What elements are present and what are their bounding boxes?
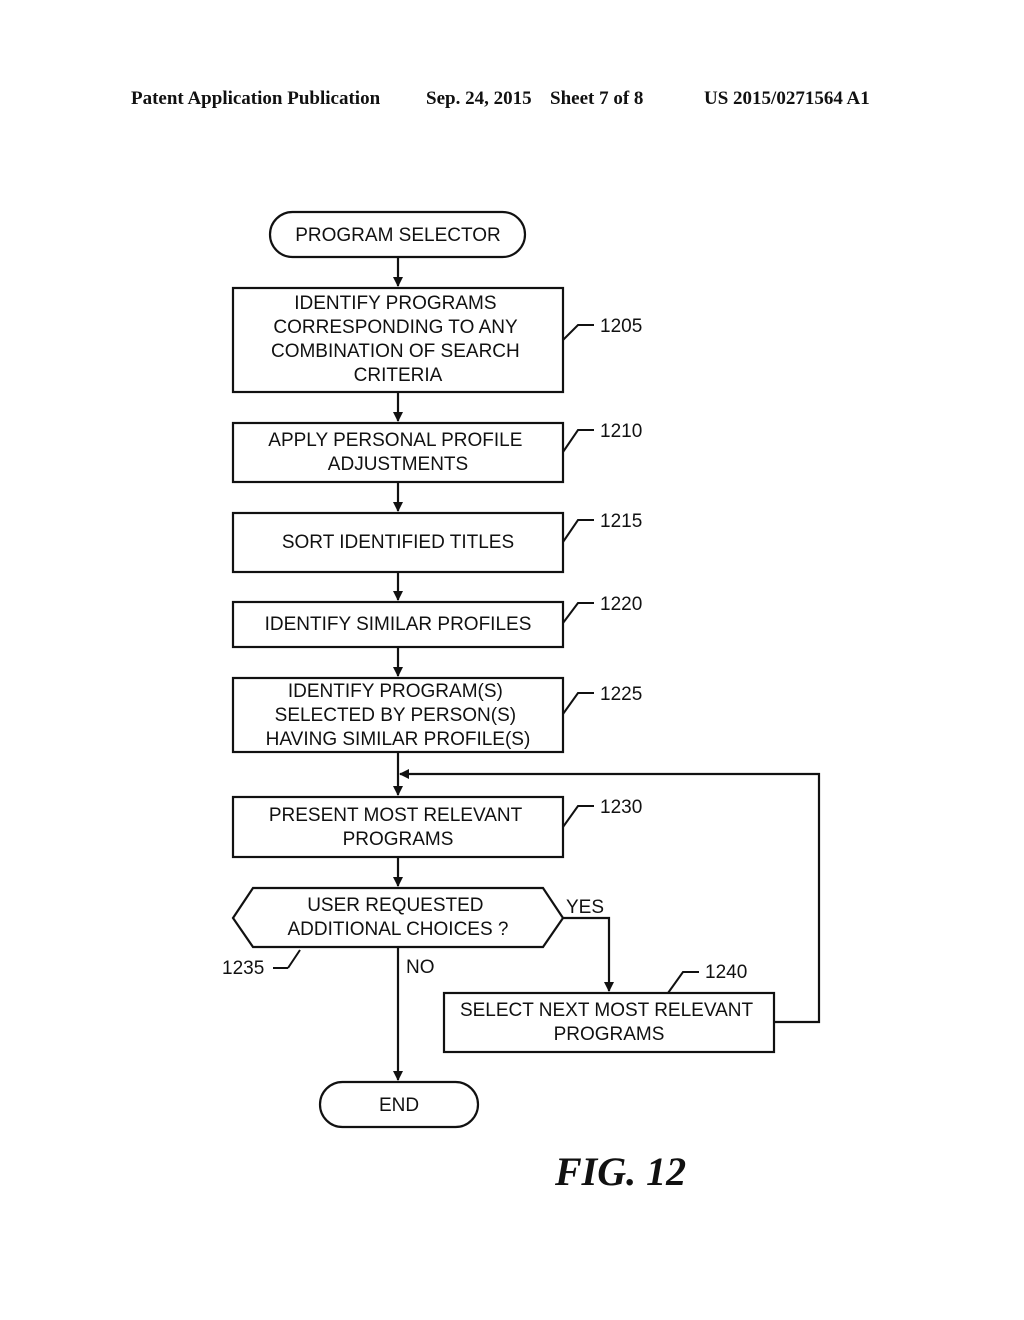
reference-leader (562, 519, 594, 543)
reference-number: 1210 (600, 421, 642, 442)
reference-leader (667, 971, 699, 994)
process-step-1225: IDENTIFY PROGRAM(S) SELECTED BY PERSON(S… (231, 676, 642, 754)
flowchart: PROGRAM SELECTOR IDENTIFY PROGRAMS CORRE… (222, 210, 821, 1194)
figure-label: FIG. 12 (554, 1149, 686, 1194)
reference-leader (562, 692, 594, 715)
process-step-text: SORT IDENTIFIED TITLES (282, 532, 514, 553)
reference-leader (562, 805, 594, 828)
reference-number: 1225 (600, 684, 642, 705)
process-step-1215: SORT IDENTIFIED TITLES 1215 (231, 511, 642, 574)
process-step-1230: PRESENT MOST RELEVANT PROGRAMS 1230 (231, 795, 642, 859)
reference-leader (562, 429, 594, 453)
process-step-text: IDENTIFY SIMILAR PROFILES (265, 614, 532, 635)
reference-leader (562, 602, 594, 624)
decision-1235: USER REQUESTED ADDITIONAL CHOICES ? 1235… (222, 886, 604, 979)
end-terminal-text: END (379, 1095, 419, 1116)
reference-number: 1215 (600, 511, 642, 532)
yes-label: YES (566, 897, 604, 918)
reference-leader (562, 324, 594, 341)
reference-number: 1205 (600, 316, 642, 337)
end-terminal: END (318, 1080, 480, 1129)
reference-number: 1230 (600, 797, 642, 818)
reference-number: 1240 (705, 962, 747, 983)
process-step-1220: IDENTIFY SIMILAR PROFILES 1220 (231, 594, 642, 649)
process-step-text: IDENTIFY PROGRAM(S) SELECTED BY PERSON(S… (266, 681, 531, 750)
no-label: NO (406, 957, 435, 978)
reference-number: 1235 (222, 958, 264, 979)
process-step-1210: APPLY PERSONAL PROFILE ADJUSTMENTS 1210 (231, 421, 642, 484)
start-terminal-text: PROGRAM SELECTOR (295, 225, 501, 246)
yes-branch-arrow (563, 916, 614, 992)
start-terminal: PROGRAM SELECTOR (268, 210, 527, 259)
process-step-1205: IDENTIFY PROGRAMS CORRESPONDING TO ANY C… (231, 286, 642, 394)
reference-number: 1220 (600, 594, 642, 615)
reference-leader (287, 949, 301, 969)
